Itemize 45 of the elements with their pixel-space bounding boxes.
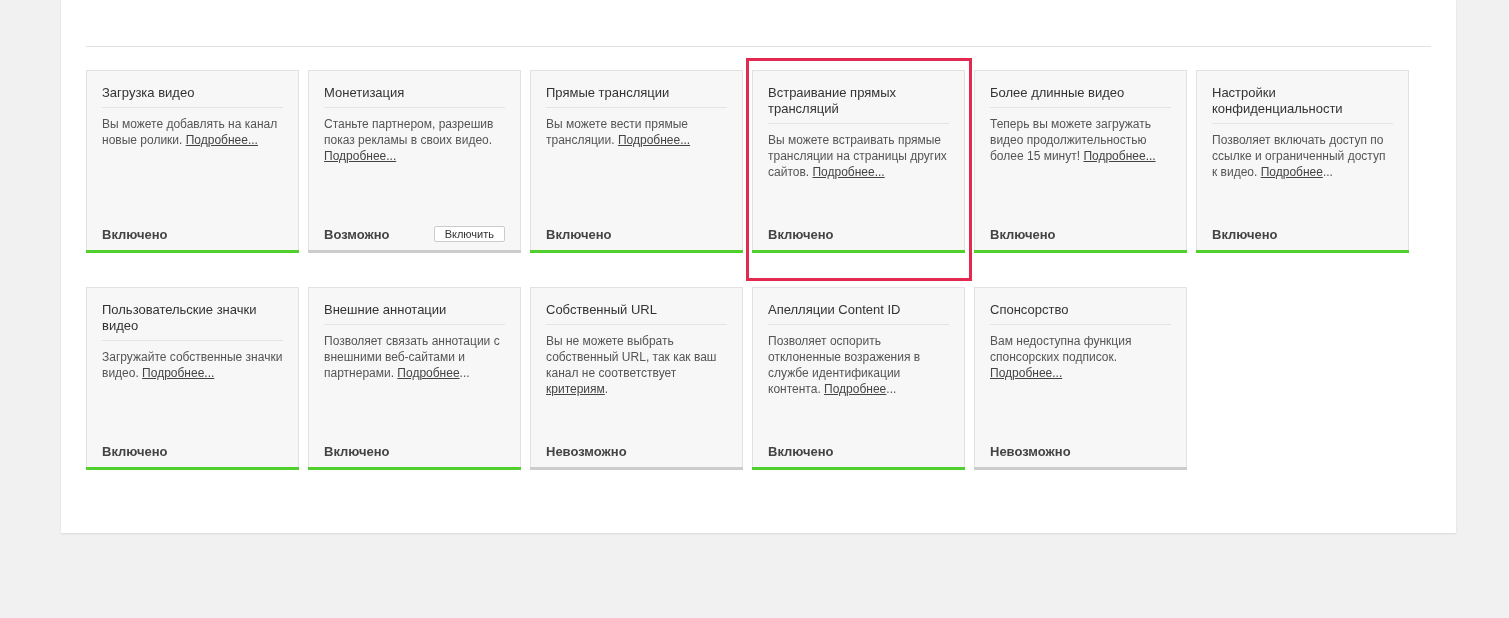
feature-title: Более длинные видео <box>990 85 1171 108</box>
feature-title: Настройки конфиденциальности <box>1212 85 1393 124</box>
feature-title: Прямые трансляции <box>546 85 727 108</box>
feature-description: Загружайте собственные значки видео. Подробнее... <box>102 349 283 381</box>
feature-description: Вы не можете выбрать собственный URL, так как ваш канал не соответствует критериям. <box>546 333 718 397</box>
feature-description: Вы можете добавлять на канал новые ролики. Подробнее... <box>102 116 279 148</box>
learn-more-link[interactable]: Подробнее <box>1260 165 1323 179</box>
feature-status: Включено <box>768 443 834 459</box>
feature-title: Апелляции Content ID <box>768 302 949 325</box>
learn-more-link[interactable]: Подробнее <box>397 366 460 380</box>
feature-status: Включено <box>324 443 390 459</box>
feature-status: Включено <box>102 226 168 242</box>
feature-title: Встраивание прямых трансляций <box>768 85 949 124</box>
feature-status: Включено <box>990 226 1056 242</box>
learn-more-link[interactable]: Подробнее... <box>185 133 258 147</box>
learn-more-link[interactable]: Подробнее... <box>990 366 1063 380</box>
learn-more-link[interactable]: критериям <box>546 382 605 396</box>
feature-description: Теперь вы можете загружать видео продолжительностью более 15 минут! Подробнее... <box>990 116 1157 164</box>
feature-status: Включено <box>102 443 168 459</box>
feature-description: Позволяет включать доступ по ссылке и ограниченный доступ к видео. Подробнее... <box>1212 132 1387 180</box>
feature-title: Загрузка видео <box>102 85 283 108</box>
feature-title: Пользовательские значки видео <box>102 302 283 341</box>
feature-description: Вы можете встраивать прямые трансляции на страницы других сайтов. Подробнее... <box>768 132 948 180</box>
feature-status: Невозможно <box>990 443 1071 459</box>
learn-more-link[interactable]: Подробнее... <box>1083 149 1156 163</box>
feature-title: Монетизация <box>324 85 505 108</box>
feature-title: Внешние аннотации <box>324 302 505 325</box>
feature-description: Позволяет связать аннотации с внешними веб-сайтами и партнерами. Подробнее... <box>324 333 501 381</box>
learn-more-link[interactable]: Подробнее... <box>142 366 215 380</box>
learn-more-link[interactable]: Подробнее... <box>324 149 397 163</box>
feature-description: Вам недоступна функция спонсорских подписок. Подробнее... <box>990 333 1133 381</box>
feature-description: Позволяет оспорить отклоненные возражения в службе идентификации контента. Подробнее... <box>768 333 922 397</box>
learn-more-link[interactable]: Подробнее... <box>617 133 691 147</box>
feature-title: Собственный URL <box>546 302 727 325</box>
feature-status: Возможно <box>324 226 390 242</box>
enable-button[interactable]: Включить <box>433 226 505 242</box>
learn-more-link[interactable]: Подробнее <box>824 382 887 396</box>
feature-description: Станьте партнером, разрешив показ рекламы в своих видео. Подробнее... <box>324 116 495 164</box>
feature-status: Включено <box>546 226 612 242</box>
feature-title: Спонсорство <box>990 302 1171 325</box>
feature-status: Включено <box>768 226 834 242</box>
feature-status: Невозможно <box>546 443 627 459</box>
feature-description: Вы можете вести прямые трансляции. Подробнее... <box>546 116 692 148</box>
feature-status: Включено <box>1212 226 1278 242</box>
learn-more-link[interactable]: Подробнее... <box>812 165 885 179</box>
